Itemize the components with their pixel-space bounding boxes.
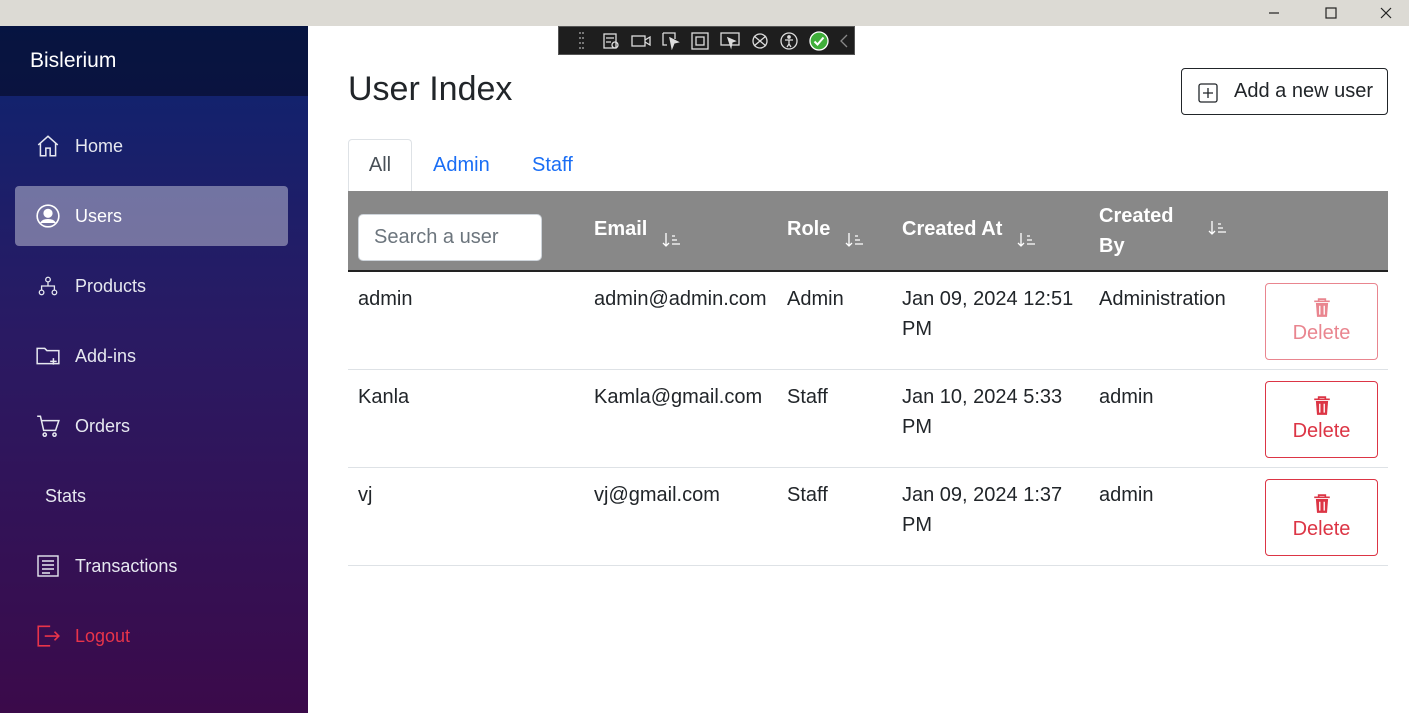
cell-created-by: admin (1099, 484, 1154, 506)
sidebar-item-add-ins[interactable]: Add-ins (15, 326, 288, 386)
column-header-role: Role (787, 218, 831, 240)
sidebar-item-label: Add-ins (75, 345, 137, 366)
sidebar-item-label: Transactions (75, 555, 178, 576)
delete-label: Delete (1292, 322, 1351, 344)
sidebar: Bislerium Home Users Products Add-ins Or… (0, 26, 308, 713)
cell-created-at: Jan 10, 2024 5:33 PM (902, 386, 1063, 438)
trash-icon (1313, 396, 1330, 415)
tab-all[interactable]: All (348, 139, 412, 191)
delete-button[interactable]: Delete (1265, 479, 1378, 556)
table-row: admin admin@admin.com Admin Jan 09, 2024… (348, 272, 1388, 370)
sidebar-item-orders[interactable]: Orders (15, 396, 288, 456)
cell-created-at: Jan 09, 2024 12:51 PM (902, 288, 1074, 340)
sort-icon[interactable] (1208, 219, 1228, 237)
sidebar-item-users[interactable]: Users (15, 186, 288, 246)
plus-square-icon (1198, 83, 1218, 103)
table-row: vj vj@gmail.com Staff Jan 09, 2024 1:37 … (348, 468, 1388, 566)
logout-icon (35, 623, 61, 649)
cell-created-by: admin (1099, 386, 1154, 408)
sidebar-item-products[interactable]: Products (15, 256, 288, 316)
folder-plus-icon (35, 343, 61, 369)
sidebar-item-logout[interactable]: Logout (15, 606, 288, 666)
cell-role: Admin (787, 288, 844, 310)
cart-icon (35, 413, 61, 439)
sort-icon[interactable] (662, 231, 682, 249)
column-header-email: Email (594, 218, 648, 240)
sidebar-item-label: Users (75, 205, 123, 226)
delete-label: Delete (1292, 518, 1351, 540)
cell-username: admin (358, 288, 413, 310)
column-header-created-at: Created At (902, 218, 1003, 240)
search-input[interactable] (358, 214, 542, 261)
cell-role: Staff (787, 386, 828, 408)
cell-created-by: Administration (1099, 288, 1226, 310)
sidebar-item-label: Products (75, 275, 147, 296)
close-icon[interactable] (1363, 0, 1409, 26)
delete-button[interactable]: Delete (1265, 283, 1378, 360)
home-icon (35, 133, 61, 159)
add-user-label: Add a new user (1234, 80, 1373, 102)
sidebar-item-label: Orders (75, 415, 131, 436)
receipt-icon (35, 553, 61, 579)
table-row: Kanla Kamla@gmail.com Staff Jan 10, 2024… (348, 370, 1388, 468)
table-header: Email Role Created At Created By (348, 191, 1388, 272)
main-content: User Index Add a new user All Admin Staf… (308, 26, 1409, 713)
delete-button[interactable]: Delete (1265, 381, 1378, 458)
cell-role: Staff (787, 484, 828, 506)
user-circle-icon (35, 203, 61, 229)
sidebar-item-label: Logout (75, 625, 131, 646)
minimize-icon[interactable] (1251, 0, 1297, 26)
brand-title: Bislerium (0, 26, 308, 96)
cell-username: vj (358, 484, 373, 506)
window-titlebar (0, 0, 1409, 26)
sidebar-item-home[interactable]: Home (15, 116, 288, 176)
maximize-icon[interactable] (1308, 0, 1354, 26)
cell-created-at: Jan 09, 2024 1:37 PM (902, 484, 1063, 536)
sort-icon[interactable] (1017, 231, 1037, 249)
sort-icon[interactable] (845, 231, 865, 249)
trash-icon (1313, 494, 1330, 513)
cell-username: Kanla (358, 386, 410, 408)
add-user-button[interactable]: Add a new user (1181, 68, 1388, 115)
cell-email: admin@admin.com (594, 288, 767, 310)
trash-icon (1313, 298, 1330, 317)
sidebar-item-transactions[interactable]: Transactions (15, 536, 288, 596)
tab-staff[interactable]: Staff (532, 139, 573, 191)
delete-label: Delete (1292, 420, 1351, 442)
column-header-created-by: Created By (1099, 205, 1174, 257)
cell-email: Kamla@gmail.com (594, 386, 763, 408)
sidebar-item-label: Home (75, 135, 124, 156)
hierarchy-icon (35, 273, 61, 299)
tab-admin[interactable]: Admin (433, 139, 490, 191)
cell-email: vj@gmail.com (594, 484, 720, 506)
sidebar-item-stats[interactable]: Stats (15, 466, 288, 526)
sidebar-item-label: Stats (45, 485, 87, 506)
page-title: User Index (348, 70, 513, 108)
